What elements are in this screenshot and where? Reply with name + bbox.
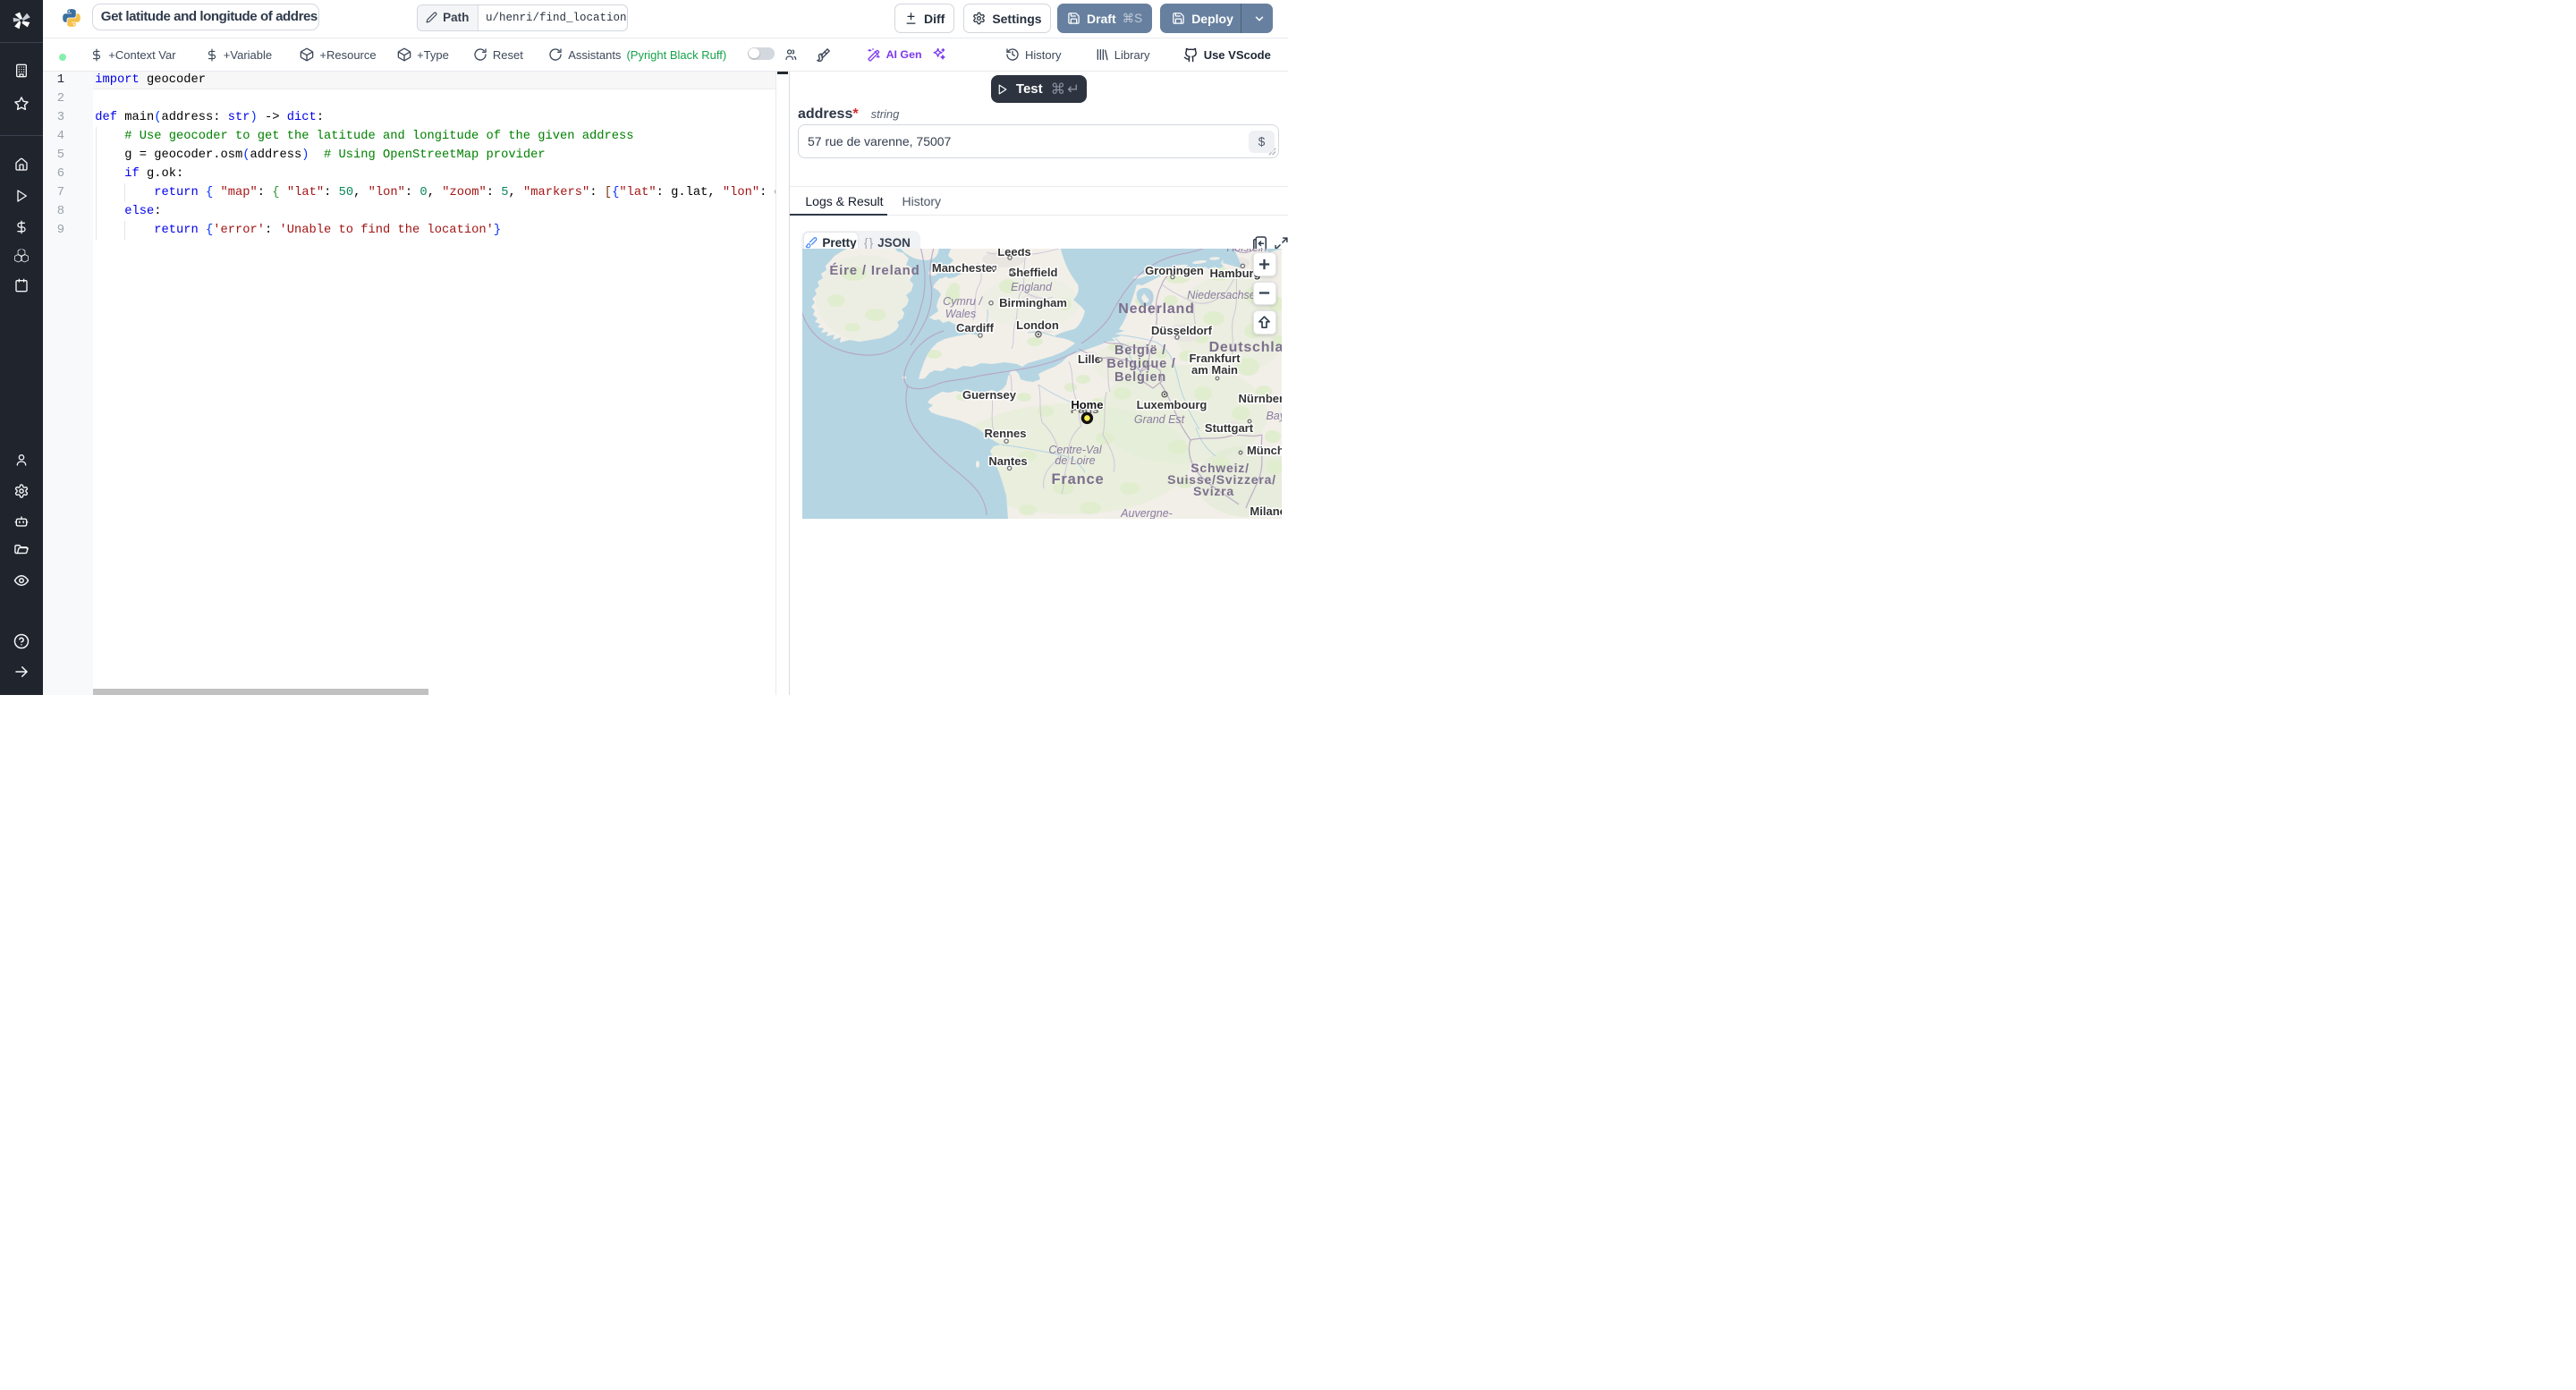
svg-text:Stuttgart: Stuttgart	[1205, 421, 1254, 435]
svg-text:Belgien: Belgien	[1114, 370, 1166, 385]
svg-text:München: München	[1247, 444, 1282, 457]
svg-text:Belgique /: Belgique /	[1106, 357, 1175, 371]
svg-text:Auvergne-: Auvergne-	[1120, 507, 1173, 519]
svg-text:Birmingham: Birmingham	[999, 296, 1067, 309]
svg-text:Groningen: Groningen	[1145, 264, 1204, 277]
svg-text:Manchester: Manchester	[931, 261, 996, 275]
svg-text:Luxembourg: Luxembourg	[1136, 398, 1207, 411]
svg-text:Bay: Bay	[1266, 410, 1282, 422]
svg-text:Düsseldorf: Düsseldorf	[1151, 324, 1213, 337]
svg-text:England: England	[1011, 281, 1053, 293]
svg-text:Cardiff: Cardiff	[956, 321, 995, 335]
svg-text:Lille: Lille	[1078, 352, 1101, 366]
svg-text:Home: Home	[1071, 398, 1103, 411]
svg-text:Deutschland: Deutschland	[1208, 340, 1282, 355]
svg-text:Rennes: Rennes	[984, 427, 1026, 440]
svg-text:London: London	[1016, 318, 1059, 332]
svg-text:Guernsey: Guernsey	[962, 388, 1017, 402]
svg-text:Sheffield: Sheffield	[1008, 266, 1057, 279]
svg-text:Cymru /: Cymru /	[943, 295, 983, 308]
svg-text:Éire / Ireland: Éire / Ireland	[829, 263, 919, 278]
svg-text:Nederland: Nederland	[1118, 301, 1194, 317]
svg-text:Niedersachsen: Niedersachsen	[1187, 289, 1261, 301]
svg-text:Svizra: Svizra	[1193, 484, 1234, 498]
svg-text:Milano: Milano	[1250, 504, 1282, 518]
svg-text:de Loire: de Loire	[1055, 454, 1095, 467]
svg-text:Leeds: Leeds	[997, 249, 1031, 259]
svg-text:België /: België /	[1114, 343, 1166, 358]
svg-text:Nürnberg: Nürnberg	[1238, 392, 1282, 405]
svg-text:Grand Est: Grand Est	[1133, 413, 1184, 426]
svg-text:Nantes: Nantes	[988, 454, 1027, 468]
svg-text:Wales: Wales	[945, 308, 976, 320]
svg-text:France: France	[1051, 471, 1104, 487]
svg-text:am Main: am Main	[1191, 363, 1238, 377]
